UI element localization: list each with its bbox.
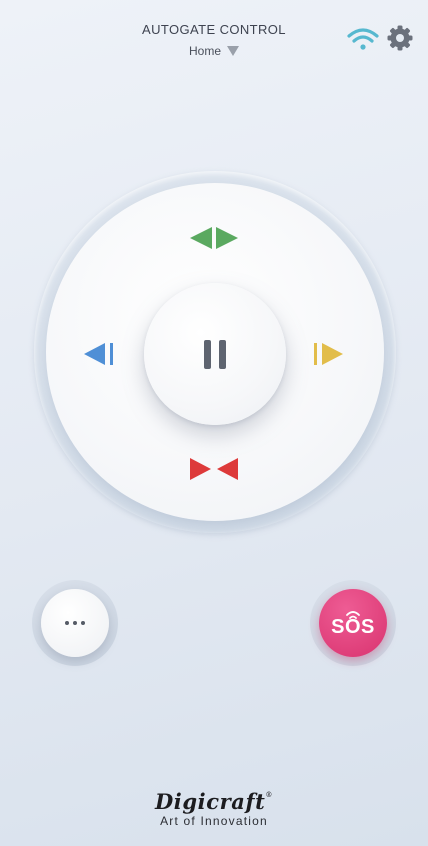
- brand-logo: Digicraft® Art of Innovation: [0, 789, 428, 828]
- more-dots-icon: [65, 621, 85, 625]
- open-left-button[interactable]: [67, 332, 131, 376]
- open-both-arrows-icon: [190, 227, 238, 249]
- more-options-button[interactable]: [41, 589, 109, 657]
- location-selector[interactable]: Home: [189, 44, 239, 58]
- left-arrow-icon: [84, 343, 113, 365]
- right-arrow-icon: [314, 343, 343, 365]
- location-label: Home: [188, 44, 221, 58]
- autogate-control-screen: AUTOGATE CONTROL Home SOS Digicraft® Art…: [0, 0, 428, 846]
- brand-name: Digicraft®: [154, 789, 274, 814]
- sos-label: SOS: [331, 616, 375, 638]
- open-right-button[interactable]: [296, 332, 360, 376]
- close-both-button[interactable]: [182, 447, 246, 491]
- sos-button[interactable]: SOS: [319, 589, 387, 657]
- triangle-down-icon: [227, 46, 239, 56]
- brand-tagline: Art of Innovation: [160, 814, 268, 828]
- pause-button[interactable]: [144, 283, 286, 425]
- gear-icon[interactable]: [387, 25, 413, 51]
- open-both-button[interactable]: [182, 216, 246, 260]
- pause-icon: [204, 339, 226, 369]
- wifi-icon[interactable]: [347, 27, 379, 51]
- close-both-arrows-icon: [190, 458, 238, 480]
